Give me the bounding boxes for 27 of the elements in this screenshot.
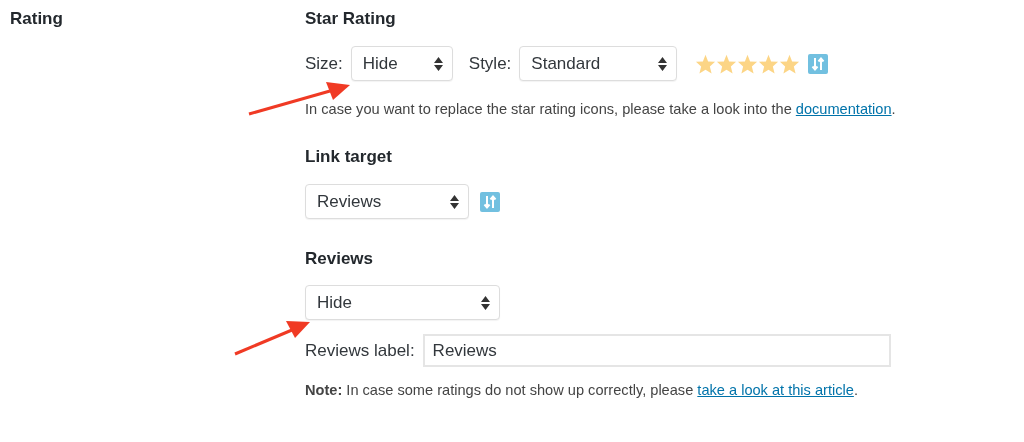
dropdown[interactable]: Hide xyxy=(350,46,453,81)
article-link[interactable]: take a look at this article xyxy=(697,382,854,398)
star-icon xyxy=(716,53,738,74)
help-text: In case you want to replace the star rating icons, please take a look into the documentation. xyxy=(305,101,897,117)
star-icon xyxy=(737,53,759,74)
section-heading: Link target xyxy=(305,147,393,167)
caret-icon xyxy=(481,294,490,311)
documentation-link[interactable]: documentation xyxy=(795,101,892,117)
input-field[interactable]: Reviews xyxy=(422,334,891,367)
reviews-label: Reviews label: xyxy=(305,340,415,361)
section-heading: Star Rating xyxy=(305,9,397,29)
dropdown[interactable]: Reviews xyxy=(305,184,469,219)
size-label: Size: xyxy=(305,53,343,74)
star-icon xyxy=(779,53,801,74)
style-label: Style: xyxy=(468,53,512,74)
dropdown[interactable]: Hide xyxy=(305,285,500,320)
caret-icon xyxy=(658,55,668,72)
sort-icon[interactable] xyxy=(480,191,500,212)
star-icon xyxy=(695,53,717,74)
caret-icon xyxy=(433,55,443,72)
dropdown[interactable]: Standard xyxy=(519,46,678,81)
star-icon xyxy=(758,53,780,74)
sort-icon[interactable] xyxy=(808,53,829,74)
section-heading: Reviews xyxy=(305,249,375,269)
note-text: Note: In case some ratings do not show up correctly, please take a look at this article. xyxy=(305,382,859,398)
section-label: Rating xyxy=(9,8,64,29)
caret-icon xyxy=(450,193,459,210)
